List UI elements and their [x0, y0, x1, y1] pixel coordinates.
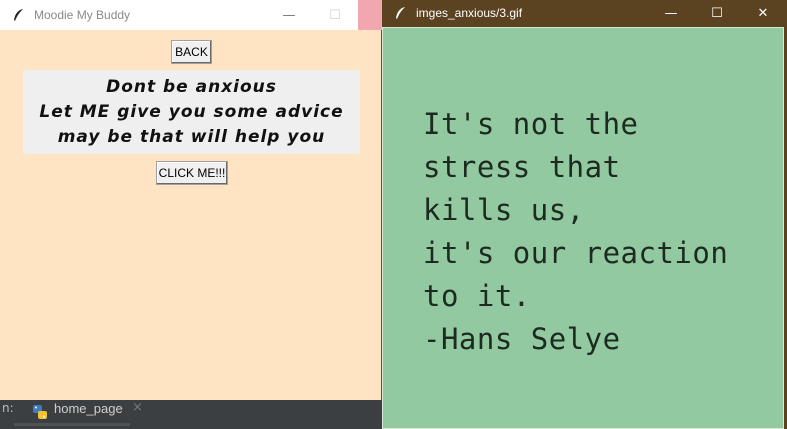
- advice-label: Dont be anxious Let ME give you some adv…: [23, 70, 360, 154]
- strip-prefix: n:: [2, 401, 14, 415]
- close-button[interactable]: [358, 0, 382, 30]
- minimize-button[interactable]: —: [266, 0, 312, 30]
- editor-tab-strip: n: home_page ×: [0, 400, 382, 429]
- maximize-button[interactable]: ☐: [312, 0, 358, 30]
- quote-line: it's our reaction: [423, 236, 729, 270]
- advice-line: may be that will help you: [57, 127, 326, 147]
- quote-line: to it.: [423, 279, 531, 313]
- quote-line: stress that: [423, 150, 621, 184]
- python-icon: [33, 405, 47, 419]
- quote-line: -Hans Selye: [423, 322, 621, 356]
- advice-line: Let ME give you some advice: [39, 102, 344, 122]
- close-button[interactable]: ✕: [740, 0, 786, 26]
- tk-feather-icon: [14, 9, 23, 21]
- tab-home-page[interactable]: home_page: [54, 401, 123, 416]
- tk-feather-icon: [396, 7, 405, 19]
- back-button[interactable]: BACK: [171, 40, 212, 64]
- quote-image: It's not the stress that kills us, it's …: [382, 27, 784, 429]
- minimize-button[interactable]: —: [648, 0, 694, 26]
- right-window-title: imges_anxious/3.gif: [416, 6, 523, 20]
- click-me-button[interactable]: CLICK ME!!!: [156, 161, 228, 185]
- quote-text: It's not the stress that kills us, it's …: [423, 103, 728, 361]
- tab-close-icon[interactable]: ×: [132, 400, 143, 415]
- left-window-title: Moodie My Buddy: [34, 8, 131, 22]
- maximize-button[interactable]: ☐: [694, 0, 740, 26]
- tab-active-indicator: [14, 423, 130, 426]
- quote-line: It's not the: [423, 107, 639, 141]
- image-window: imges_anxious/3.gif — ☐ ✕ It's not the s…: [382, 0, 787, 429]
- advice-line: Dont be anxious: [106, 77, 277, 97]
- quote-line: kills us,: [423, 193, 585, 227]
- moodie-window: Moodie My Buddy — ☐ BACK Dont be anxious…: [0, 0, 382, 400]
